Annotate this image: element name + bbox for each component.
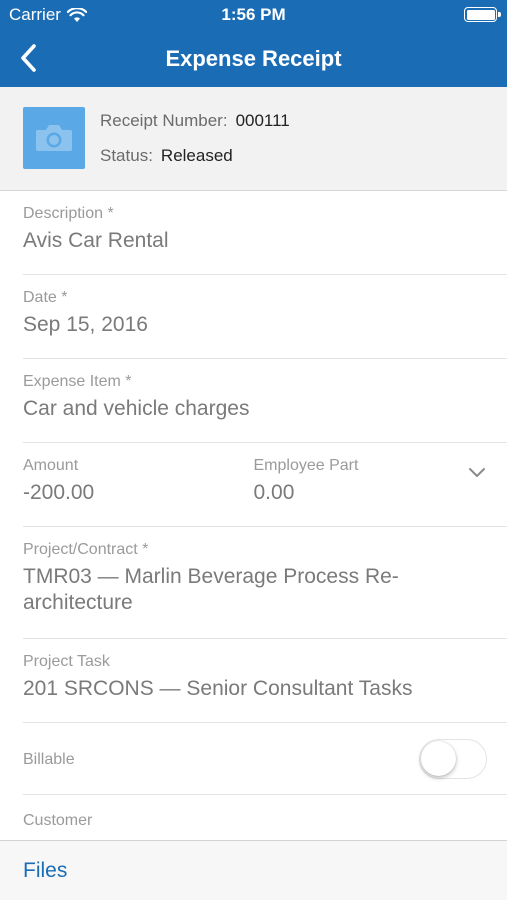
description-label: Description * [23,205,114,222]
status-label: Status: [100,146,153,165]
page-title: Expense Receipt [165,46,342,71]
amount-value: -200.00 [23,481,95,504]
receipt-number-value: 000111 [235,111,290,130]
project-contract-label: Project/Contract * [23,541,149,558]
receipt-header: Receipt Number: 000111 Status: Released [0,87,507,191]
receipt-thumbnail[interactable] [23,107,85,169]
employee-part-label: Employee Part [253,457,359,474]
chevron-down-icon[interactable] [468,467,486,479]
amount-row: Amount -200.00 Employee Part 0.00 [23,443,507,527]
top-bar: Carrier 1:56 PM Expense Receipt [0,0,507,87]
amount-label: Amount [23,457,79,474]
project-contract-value: TMR03 — Marlin Beverage Process Re-archi… [23,565,399,614]
billable-field: Billable [23,723,507,795]
customer-label: Customer [23,812,93,829]
receipt-number-label: Receipt Number: [100,111,228,130]
date-value: Sep 15, 2016 [23,313,148,336]
description-field[interactable]: Description * Avis Car Rental [23,191,507,275]
camera-icon [36,125,72,151]
receipt-number-row: Receipt Number: 000111 [100,111,290,131]
toggle-knob [421,741,456,776]
project-task-value: 201 SRCONS — Senior Consultant Tasks [23,677,413,700]
expense-item-value: Car and vehicle charges [23,397,250,420]
date-label: Date * [23,289,68,306]
expense-item-label: Expense Item * [23,373,132,390]
project-task-field[interactable]: Project Task 201 SRCONS — Senior Consult… [23,639,507,723]
employee-part-value: 0.00 [253,481,295,504]
billable-label: Billable [23,751,75,768]
project-task-label: Project Task [23,653,110,670]
customer-field[interactable]: Customer [23,795,507,841]
bottom-toolbar: Files [0,840,507,900]
project-contract-field[interactable]: Project/Contract * TMR03 — Marlin Bevera… [23,527,507,639]
status-value: Released [160,146,233,165]
battery-icon [464,7,501,22]
amount-field[interactable]: Amount -200.00 [23,457,254,526]
files-button[interactable]: Files [23,859,67,883]
billable-toggle[interactable] [419,739,487,779]
clock: 1:56 PM [221,5,286,24]
date-field[interactable]: Date * Sep 15, 2016 [23,275,507,359]
description-value: Avis Car Rental [23,229,169,252]
status-row: Status: Released [100,146,233,166]
status-bar: Carrier 1:56 PM [0,0,507,31]
employee-part-field[interactable]: Employee Part 0.00 [254,457,485,526]
expense-item-field[interactable]: Expense Item * Car and vehicle charges [23,359,507,443]
form-fields: Description * Avis Car Rental Date * Sep… [0,191,507,841]
navigation-bar: Expense Receipt [0,31,507,87]
